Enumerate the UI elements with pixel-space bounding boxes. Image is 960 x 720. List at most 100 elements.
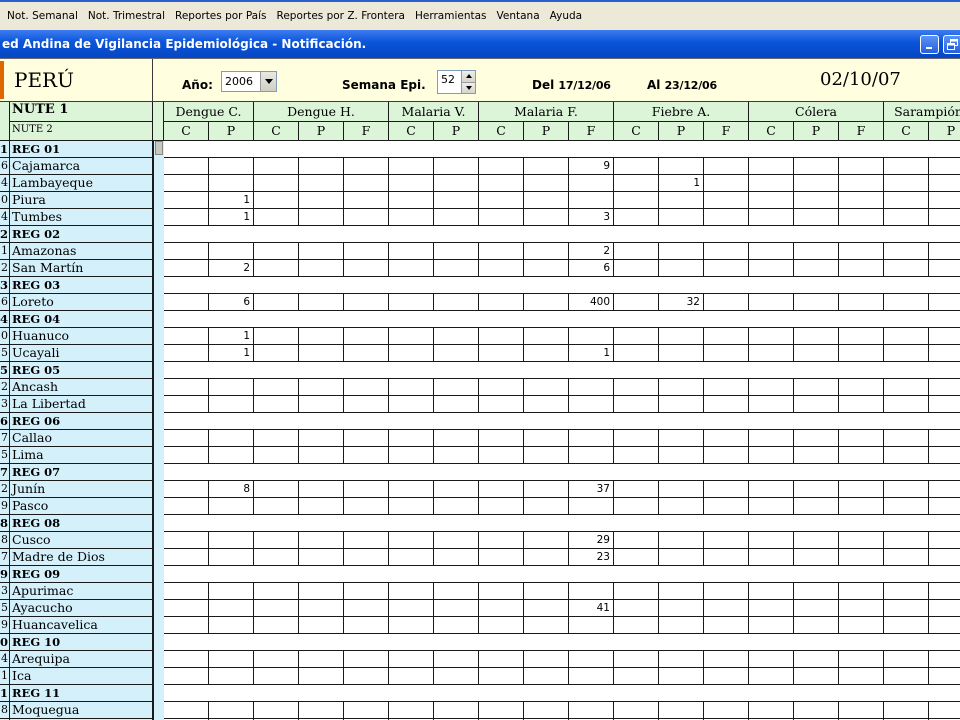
value-cell[interactable] — [479, 651, 524, 668]
value-cell[interactable] — [209, 549, 254, 566]
value-cell[interactable] — [704, 379, 749, 396]
value-cell[interactable]: 29 — [569, 532, 614, 549]
value-cell[interactable] — [164, 447, 209, 464]
value-cell[interactable] — [209, 617, 254, 634]
value-cell[interactable] — [569, 447, 614, 464]
value-cell[interactable] — [749, 175, 794, 192]
week-spinner[interactable]: 52 — [437, 70, 476, 94]
scroll-thumb[interactable] — [155, 141, 163, 155]
value-cell[interactable] — [344, 532, 389, 549]
value-cell[interactable] — [164, 158, 209, 175]
value-cell[interactable] — [254, 583, 299, 600]
value-cell[interactable] — [254, 396, 299, 413]
value-cell[interactable] — [614, 549, 659, 566]
value-cell[interactable] — [254, 702, 299, 719]
value-cell[interactable] — [254, 617, 299, 634]
value-cell[interactable] — [839, 702, 884, 719]
value-cell[interactable] — [794, 498, 839, 515]
value-cell[interactable] — [704, 702, 749, 719]
value-cell[interactable] — [164, 345, 209, 362]
value-cell[interactable] — [164, 175, 209, 192]
value-cell[interactable] — [164, 600, 209, 617]
value-cell[interactable] — [749, 481, 794, 498]
value-cell[interactable] — [749, 651, 794, 668]
value-cell[interactable] — [569, 583, 614, 600]
value-cell[interactable] — [749, 294, 794, 311]
value-cell[interactable] — [434, 328, 479, 345]
value-cell[interactable] — [344, 345, 389, 362]
value-cell[interactable] — [524, 481, 569, 498]
value-cell[interactable] — [389, 328, 434, 345]
value-cell[interactable] — [209, 175, 254, 192]
value-cell[interactable] — [209, 158, 254, 175]
value-cell[interactable] — [659, 583, 704, 600]
value-cell[interactable] — [839, 668, 884, 685]
value-cell[interactable] — [659, 600, 704, 617]
value-cell[interactable] — [344, 379, 389, 396]
value-cell[interactable] — [344, 447, 389, 464]
value-cell[interactable] — [479, 379, 524, 396]
value-cell[interactable] — [479, 345, 524, 362]
value-cell[interactable] — [794, 532, 839, 549]
value-cell[interactable] — [749, 260, 794, 277]
value-cell[interactable] — [479, 447, 524, 464]
value-cell[interactable] — [794, 447, 839, 464]
value-cell[interactable] — [389, 617, 434, 634]
value-cell[interactable] — [209, 651, 254, 668]
value-cell[interactable] — [164, 396, 209, 413]
value-cell[interactable] — [209, 430, 254, 447]
value-cell[interactable] — [884, 345, 929, 362]
value-cell[interactable]: 32 — [659, 294, 704, 311]
value-cell[interactable] — [794, 430, 839, 447]
value-cell[interactable] — [839, 549, 884, 566]
value-cell[interactable]: 3 — [569, 209, 614, 226]
value-cell[interactable] — [389, 260, 434, 277]
value-cell[interactable] — [389, 430, 434, 447]
value-cell[interactable] — [524, 175, 569, 192]
value-cell[interactable] — [389, 175, 434, 192]
value-cell[interactable] — [524, 379, 569, 396]
value-cell[interactable] — [659, 651, 704, 668]
value-cell[interactable] — [614, 532, 659, 549]
value-cell[interactable] — [164, 702, 209, 719]
value-cell[interactable] — [434, 260, 479, 277]
value-cell[interactable] — [749, 498, 794, 515]
value-cell[interactable] — [884, 600, 929, 617]
value-cell[interactable] — [884, 702, 929, 719]
value-cell[interactable] — [479, 260, 524, 277]
value-cell[interactable] — [614, 328, 659, 345]
value-cell[interactable] — [884, 158, 929, 175]
value-cell[interactable] — [389, 447, 434, 464]
value-cell[interactable] — [299, 379, 344, 396]
value-cell[interactable] — [479, 294, 524, 311]
value-cell[interactable]: 2 — [209, 260, 254, 277]
value-cell[interactable] — [839, 532, 884, 549]
value-cell[interactable] — [794, 583, 839, 600]
value-cell[interactable] — [434, 345, 479, 362]
value-cell[interactable] — [344, 328, 389, 345]
restore-button[interactable] — [943, 35, 960, 54]
value-cell[interactable] — [749, 328, 794, 345]
value-cell[interactable] — [659, 481, 704, 498]
value-cell[interactable] — [884, 243, 929, 260]
value-cell[interactable] — [254, 260, 299, 277]
value-cell[interactable] — [524, 243, 569, 260]
value-cell[interactable] — [614, 651, 659, 668]
value-cell[interactable] — [794, 294, 839, 311]
value-cell[interactable] — [254, 430, 299, 447]
value-cell[interactable] — [479, 430, 524, 447]
value-cell[interactable]: 1 — [209, 328, 254, 345]
value-cell[interactable] — [884, 379, 929, 396]
value-cell[interactable] — [344, 175, 389, 192]
value-cell[interactable] — [659, 498, 704, 515]
value-cell[interactable] — [794, 243, 839, 260]
value-cell[interactable]: 9 — [569, 158, 614, 175]
value-cell[interactable] — [524, 702, 569, 719]
value-cell[interactable] — [164, 328, 209, 345]
value-cell[interactable] — [209, 702, 254, 719]
value-cell[interactable] — [614, 600, 659, 617]
value-cell[interactable]: 1 — [209, 345, 254, 362]
value-cell[interactable] — [749, 396, 794, 413]
value-cell[interactable] — [704, 328, 749, 345]
value-cell[interactable] — [884, 430, 929, 447]
